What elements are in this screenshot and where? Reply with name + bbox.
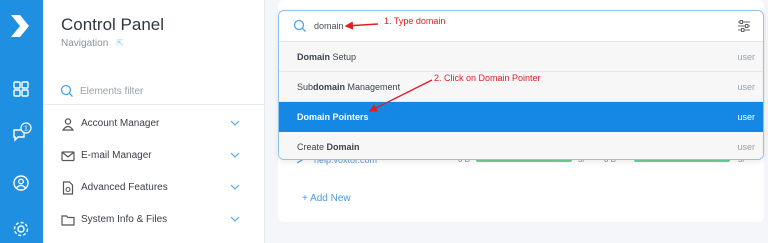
annotation-step-1: 1. Type domain: [384, 16, 446, 26]
arrow-to-domain-pointers: [368, 79, 433, 112]
annotation-arrows: [344, 21, 433, 112]
annotation-step-2: 2. Click on Domain Pointer: [434, 73, 541, 83]
arrow-to-search-input: [344, 21, 379, 30]
